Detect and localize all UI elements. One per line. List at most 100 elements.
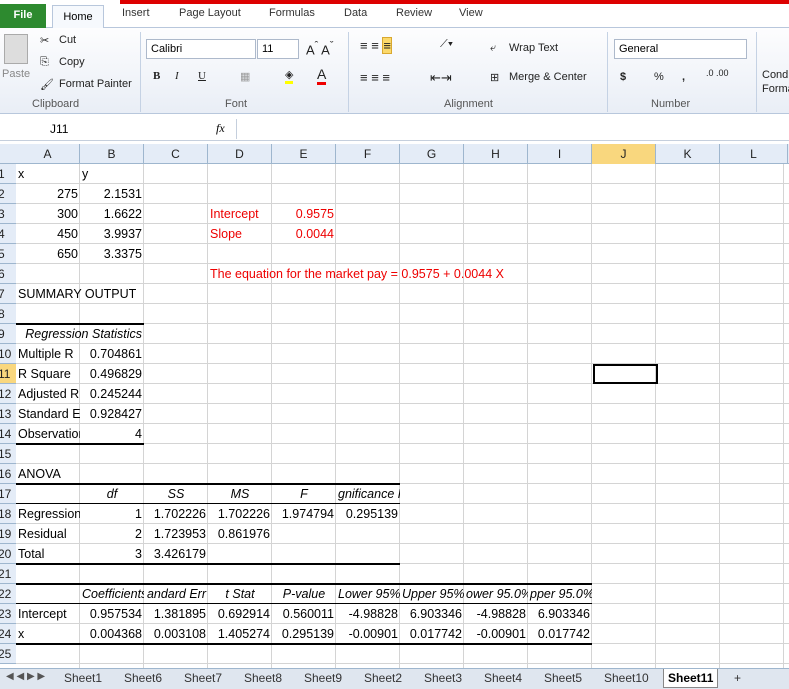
row-header-8[interactable]: 8 [0, 304, 16, 324]
cell-B24[interactable]: 0.004368 [80, 624, 144, 644]
row-header-9[interactable]: 9 [0, 324, 16, 344]
column-header-A[interactable]: A [16, 144, 80, 164]
cell-D4[interactable]: Slope [208, 224, 272, 244]
column-header-H[interactable]: H [464, 144, 528, 164]
number-format-dropdown[interactable]: General [614, 39, 747, 59]
row-header-4[interactable]: 4 [0, 224, 16, 244]
italic-button[interactable]: I [175, 70, 179, 82]
conditional-formatting-button[interactable]: Cond Forma [762, 68, 789, 96]
row-header-14[interactable]: 14 [0, 424, 16, 444]
cell-B4[interactable]: 3.9937 [80, 224, 144, 244]
cell-F22[interactable]: Lower 95% [336, 584, 401, 604]
cell-I23[interactable]: 6.903346 [528, 604, 592, 624]
sheet-tab-sheet11[interactable]: Sheet11 [663, 669, 719, 688]
cell-B19[interactable]: 2 [80, 524, 144, 544]
cell-D23[interactable]: 0.692914 [208, 604, 272, 624]
cell-C23[interactable]: 1.381895 [144, 604, 208, 624]
sheet-tab-sheet1[interactable]: Sheet1 [60, 669, 106, 688]
align-left-icon[interactable]: ≡ ≡ ≡ [360, 70, 390, 85]
cell-B18[interactable]: 1 [80, 504, 144, 524]
copy-button[interactable]: Copy [59, 56, 85, 68]
cell-A2[interactable]: 275 [16, 184, 80, 204]
row-header-11[interactable]: 11 [0, 364, 16, 384]
cell-A10[interactable]: Multiple R [16, 344, 80, 364]
sheet-tab-sheet4[interactable]: Sheet4 [480, 669, 526, 688]
cell-H23[interactable]: -4.98828 [464, 604, 528, 624]
cell-B5[interactable]: 3.3375 [80, 244, 144, 264]
cell-C18[interactable]: 1.702226 [144, 504, 208, 524]
cell-B23[interactable]: 0.957534 [80, 604, 144, 624]
cell-A3[interactable]: 300 [16, 204, 80, 224]
cell-D6[interactable]: The equation for the market pay = 0.9575… [208, 264, 504, 284]
cell-A23[interactable]: Intercept [16, 604, 80, 624]
row-header-5[interactable]: 5 [0, 244, 16, 264]
row-header-23[interactable]: 23 [0, 604, 16, 624]
cell-A24[interactable]: x [16, 624, 80, 644]
cell-B13[interactable]: 0.928427 [80, 404, 144, 424]
tab-formulas[interactable]: Formulas [269, 7, 315, 19]
row-header-17[interactable]: 17 [0, 484, 16, 504]
cut-button[interactable]: Cut [59, 34, 76, 46]
sheet-tab-sheet6[interactable]: Sheet6 [120, 669, 166, 688]
cell-F23[interactable]: -4.98828 [336, 604, 400, 624]
cell-A11[interactable]: R Square [16, 364, 80, 384]
insert-sheet-icon[interactable]: + [730, 669, 745, 688]
column-header-L[interactable]: L [720, 144, 788, 164]
cell-D3[interactable]: Intercept [208, 204, 272, 224]
cell-B14[interactable]: 4 [80, 424, 144, 444]
cell-A12[interactable]: Adjusted R Square [16, 384, 80, 404]
cell-D17[interactable]: MS [208, 484, 272, 504]
cell-D19[interactable]: 0.861976 [208, 524, 272, 544]
column-header-K[interactable]: K [656, 144, 720, 164]
cell-D22[interactable]: t Stat [208, 584, 272, 604]
column-header-B[interactable]: B [80, 144, 144, 164]
cell-A1[interactable]: x [16, 164, 80, 184]
column-header-F[interactable]: F [336, 144, 400, 164]
row-header-7[interactable]: 7 [0, 284, 16, 304]
cell-H22[interactable]: ower 95.0% [464, 584, 528, 604]
cell-C20[interactable]: 3.426179 [144, 544, 208, 564]
merge-center-button[interactable]: Merge & Center [509, 71, 587, 83]
cell-A13[interactable]: Standard Error [16, 404, 80, 424]
currency-button[interactable]: $ [620, 71, 626, 83]
row-header-24[interactable]: 24 [0, 624, 16, 644]
borders-icon[interactable]: ▦ [240, 70, 250, 83]
decimal-icon[interactable]: .0 .00 [706, 68, 729, 78]
cell-B11[interactable]: 0.496829 [80, 364, 144, 384]
orientation-icon[interactable]: ⟋▾ [440, 38, 453, 51]
cell-F18[interactable]: 0.295139 [336, 504, 400, 524]
cell-E3[interactable]: 0.9575 [272, 204, 336, 224]
cell-F17[interactable]: gnificance F [336, 484, 400, 504]
cell-C24[interactable]: 0.003108 [144, 624, 208, 644]
align-top-icon[interactable]: ≡ ≡ ≡ [360, 37, 392, 54]
row-header-3[interactable]: 3 [0, 204, 16, 224]
font-color-icon[interactable]: A [317, 66, 327, 85]
font-name-dropdown[interactable]: Calibri [146, 39, 256, 59]
cell-G24[interactable]: 0.017742 [400, 624, 464, 644]
sheet-tab-sheet2[interactable]: Sheet2 [360, 669, 406, 688]
bold-button[interactable]: B [153, 70, 160, 82]
cell-A20[interactable]: Total [16, 544, 80, 564]
cell-B12[interactable]: 0.245244 [80, 384, 144, 404]
sheet-tab-sheet8[interactable]: Sheet8 [240, 669, 286, 688]
row-header-6[interactable]: 6 [0, 264, 16, 284]
row-header-15[interactable]: 15 [0, 444, 16, 464]
column-header-E[interactable]: E [272, 144, 336, 164]
cell-D24[interactable]: 1.405274 [208, 624, 272, 644]
row-header-22[interactable]: 22 [0, 584, 16, 604]
cell-B22[interactable]: Coefficients [80, 584, 144, 604]
cell-B10[interactable]: 0.704861 [80, 344, 144, 364]
cell-C22[interactable]: andard Err [144, 584, 208, 604]
cell-A16[interactable]: ANOVA [16, 464, 80, 484]
tab-page-layout[interactable]: Page Layout [179, 7, 241, 19]
sheet-tab-sheet9[interactable]: Sheet9 [300, 669, 346, 688]
cell-A4[interactable]: 450 [16, 224, 80, 244]
tab-home[interactable]: Home [52, 5, 104, 29]
cell-C17[interactable]: SS [144, 484, 208, 504]
cell-B2[interactable]: 2.1531 [80, 184, 144, 204]
cell-E23[interactable]: 0.560011 [272, 604, 336, 624]
sheet-nav-arrows[interactable]: ◀ ◀ ▶ ▶ [6, 671, 45, 682]
column-header-D[interactable]: D [208, 144, 272, 164]
row-header-25[interactable]: 25 [0, 644, 16, 664]
tab-view[interactable]: View [459, 7, 483, 19]
